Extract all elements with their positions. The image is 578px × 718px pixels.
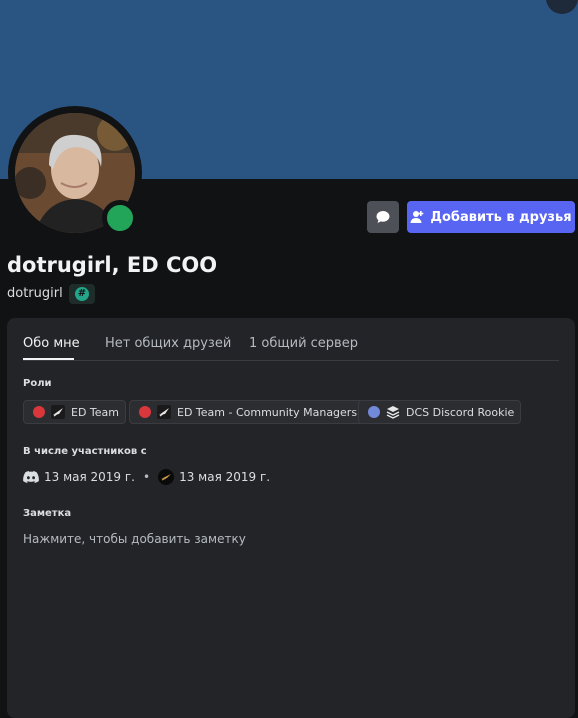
add-user-icon	[410, 211, 424, 223]
member-since-row: 13 мая 2019 г. • 13 мая 2019 г.	[23, 469, 270, 485]
message-button[interactable]	[367, 201, 399, 233]
tab-mutual-friends[interactable]: Нет общих друзей	[105, 336, 231, 351]
role-name: ED Team - Community Managers	[177, 405, 358, 419]
add-friend-label: Добавить в друзья	[430, 209, 572, 225]
online-status-indicator	[102, 200, 138, 236]
hash-badge-icon: #	[75, 287, 89, 301]
tab-mutual-servers[interactable]: 1 общий сервер	[249, 336, 358, 351]
note-input[interactable]: Нажмите, чтобы добавить заметку	[23, 532, 246, 546]
role-name: DCS Discord Rookie	[406, 405, 515, 419]
arrow-logo-icon	[157, 405, 171, 419]
discord-logo-icon	[23, 469, 39, 485]
role-color-dot[interactable]	[368, 406, 380, 418]
arrow-logo-icon	[51, 405, 65, 419]
profile-details-card: Обо мне Нет общих друзей 1 общий сервер …	[7, 318, 575, 718]
chat-bubble-icon	[376, 211, 390, 223]
roles-heading: Роли	[23, 378, 52, 389]
member-since-heading: В числе участников с	[23, 446, 147, 457]
role-chip[interactable]: DCS Discord Rookie	[358, 400, 522, 424]
avatar-frame	[8, 106, 142, 240]
profile-badge[interactable]: #	[69, 284, 95, 304]
server-join-date: 13 мая 2019 г.	[179, 470, 271, 484]
date-separator: •	[143, 470, 151, 484]
role-name: ED Team	[71, 405, 119, 419]
role-color-dot[interactable]	[139, 406, 151, 418]
active-tab-indicator	[23, 358, 74, 360]
display-name: dotrugirl, ED COO	[7, 253, 218, 277]
server-logo-icon	[158, 469, 175, 485]
role-chip[interactable]: ED Team	[23, 400, 126, 424]
tab-about-me[interactable]: Обо мне	[23, 336, 80, 351]
role-color-dot[interactable]	[33, 406, 45, 418]
add-friend-button[interactable]: Добавить в друзья	[407, 201, 575, 233]
note-heading: Заметка	[23, 508, 72, 519]
username[interactable]: dotrugirl	[7, 286, 63, 301]
role-chip[interactable]: ED Team - Community Managers	[129, 400, 365, 424]
discord-join-date: 13 мая 2019 г.	[44, 470, 135, 484]
stack-icon	[386, 405, 400, 419]
profile-tabs: Обо мне Нет общих друзей 1 общий сервер	[23, 332, 559, 361]
